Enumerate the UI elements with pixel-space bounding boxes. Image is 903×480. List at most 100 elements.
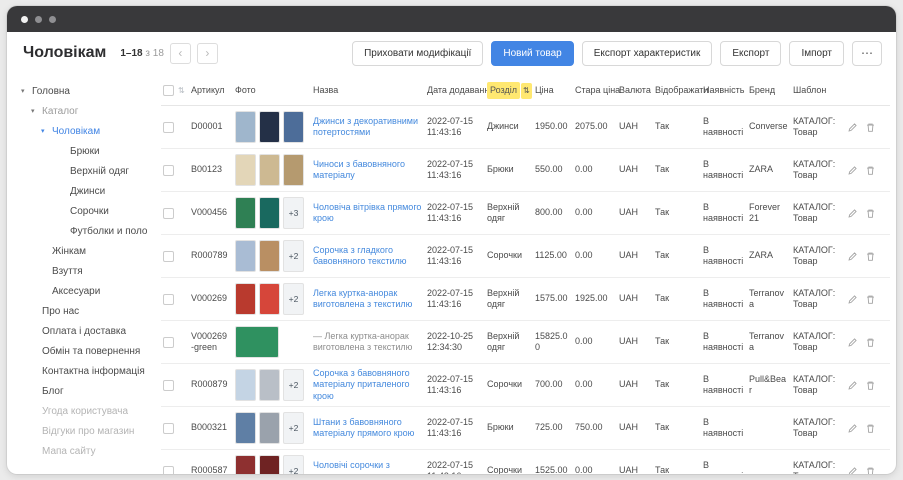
column-header-category[interactable]: Розділ⇅: [487, 82, 535, 99]
product-name-link[interactable]: Сорочка з бавовняного матеріалу притален…: [313, 368, 422, 402]
export-characteristics-button[interactable]: Експорт характеристик: [582, 41, 713, 66]
prev-page-button[interactable]: ‹: [170, 43, 191, 64]
hide-modifications-button[interactable]: Приховати модифікації: [352, 41, 483, 66]
sidebar-item[interactable]: Відгуки про магазин: [21, 422, 153, 442]
delete-button[interactable]: [865, 380, 876, 391]
import-button[interactable]: Імпорт: [789, 41, 844, 66]
column-header-name[interactable]: Назва: [313, 85, 427, 96]
product-photo-thumb[interactable]: [235, 154, 256, 186]
product-photo-thumb[interactable]: [235, 240, 256, 272]
row-checkbox[interactable]: [163, 466, 174, 475]
product-name-link[interactable]: Чиноси з бавовняного матеріалу: [313, 159, 422, 182]
column-header-availability[interactable]: Наявність: [703, 85, 749, 96]
more-photos-badge[interactable]: +3: [283, 197, 304, 229]
edit-button[interactable]: [847, 251, 858, 262]
product-photo-thumb[interactable]: [259, 283, 280, 315]
sidebar-item[interactable]: Джинси: [21, 182, 153, 202]
row-checkbox[interactable]: [163, 294, 174, 305]
product-name-link[interactable]: Сорочка з гладкого бавовняного текстилю: [313, 245, 422, 268]
sidebar-item[interactable]: ▾ Чоловікам: [21, 122, 153, 142]
new-product-button[interactable]: Новий товар: [491, 41, 573, 66]
sidebar-item[interactable]: Аксесуари: [21, 282, 153, 302]
sidebar-item[interactable]: Контактна інформація: [21, 362, 153, 382]
delete-button[interactable]: [865, 337, 876, 348]
sidebar-item[interactable]: ▾ Каталог: [21, 102, 153, 122]
more-photos-badge[interactable]: +2: [283, 240, 304, 272]
sidebar-item[interactable]: Мапа сайту: [21, 442, 153, 462]
product-photo-thumb[interactable]: [283, 154, 304, 186]
delete-button[interactable]: [865, 165, 876, 176]
product-photo-thumb[interactable]: [235, 455, 256, 474]
column-header-brand[interactable]: Бренд: [749, 85, 793, 96]
sidebar-item[interactable]: Взуття: [21, 262, 153, 282]
product-name-link[interactable]: — Легка куртка-анорак виготовлена з текс…: [313, 331, 422, 354]
row-checkbox[interactable]: [163, 423, 174, 434]
sidebar-item[interactable]: Брюки: [21, 142, 153, 162]
row-checkbox[interactable]: [163, 337, 174, 348]
window-dot-3[interactable]: [49, 16, 56, 23]
product-photo-thumb[interactable]: [235, 283, 256, 315]
product-photo-thumb[interactable]: [235, 326, 279, 358]
column-header-date-added[interactable]: Дата додавання: [427, 85, 487, 96]
product-photo-thumb[interactable]: [259, 240, 280, 272]
column-header-price[interactable]: Ціна: [535, 85, 575, 96]
more-photos-badge[interactable]: +2: [283, 412, 304, 444]
sidebar-item[interactable]: Про нас: [21, 302, 153, 322]
sidebar-item[interactable]: Угода користувача: [21, 402, 153, 422]
sidebar-item[interactable]: Блог: [21, 382, 153, 402]
delete-button[interactable]: [865, 122, 876, 133]
row-checkbox[interactable]: [163, 251, 174, 262]
product-photo-thumb[interactable]: [235, 197, 256, 229]
column-header-display[interactable]: Відображати: [655, 85, 703, 96]
sidebar-item[interactable]: Сорочки: [21, 202, 153, 222]
window-dot-2[interactable]: [35, 16, 42, 23]
column-header-old-price[interactable]: Стара ціна: [575, 85, 619, 96]
delete-button[interactable]: [865, 251, 876, 262]
sidebar-item[interactable]: Жінкам: [21, 242, 153, 262]
sidebar-item[interactable]: ▾ Головна: [21, 82, 153, 102]
sort-handle-icon[interactable]: ⇅: [178, 86, 185, 96]
delete-button[interactable]: [865, 294, 876, 305]
export-button[interactable]: Експорт: [720, 41, 781, 66]
delete-button[interactable]: [865, 466, 876, 475]
row-checkbox[interactable]: [163, 208, 174, 219]
product-photo-thumb[interactable]: [259, 197, 280, 229]
product-photo-thumb[interactable]: [259, 154, 280, 186]
more-photos-badge[interactable]: +2: [283, 455, 304, 474]
edit-button[interactable]: [847, 337, 858, 348]
edit-button[interactable]: [847, 165, 858, 176]
edit-button[interactable]: [847, 466, 858, 475]
column-header-template[interactable]: Шаблон: [793, 85, 847, 96]
row-checkbox[interactable]: [163, 165, 174, 176]
sidebar-item[interactable]: Оплата і доставка: [21, 322, 153, 342]
product-name-link[interactable]: Легка куртка-анорак виготовлена з тексти…: [313, 288, 422, 311]
delete-button[interactable]: [865, 423, 876, 434]
sidebar-item[interactable]: Обмін та повернення: [21, 342, 153, 362]
more-actions-button[interactable]: ⋯: [852, 41, 882, 66]
sidebar-item[interactable]: Футболки и поло: [21, 222, 153, 242]
product-photo-thumb[interactable]: [235, 369, 256, 401]
product-name-link[interactable]: Чоловічі сорочки з легкого текстилю: [313, 460, 422, 474]
product-name-link[interactable]: Чоловіча вітрівка прямого крою: [313, 202, 422, 225]
window-dot-1[interactable]: [21, 16, 28, 23]
sidebar-item[interactable]: Верхній одяг: [21, 162, 153, 182]
product-name-link[interactable]: Штани з бавовняного матеріалу прямого кр…: [313, 417, 422, 440]
delete-button[interactable]: [865, 208, 876, 219]
product-photo-thumb[interactable]: [259, 369, 280, 401]
row-checkbox[interactable]: [163, 122, 174, 133]
product-name-link[interactable]: Джинси з декоративними потертостями: [313, 116, 422, 139]
column-header-sku[interactable]: Артикул: [191, 85, 235, 96]
edit-button[interactable]: [847, 380, 858, 391]
row-checkbox[interactable]: [163, 380, 174, 391]
edit-button[interactable]: [847, 122, 858, 133]
edit-button[interactable]: [847, 208, 858, 219]
column-header-currency[interactable]: Валюта: [619, 85, 655, 96]
edit-button[interactable]: [847, 294, 858, 305]
product-photo-thumb[interactable]: [235, 111, 256, 143]
category-sort-icon[interactable]: ⇅: [521, 83, 532, 99]
product-photo-thumb[interactable]: [283, 111, 304, 143]
next-page-button[interactable]: ›: [197, 43, 218, 64]
product-photo-thumb[interactable]: [259, 455, 280, 474]
product-photo-thumb[interactable]: [235, 412, 256, 444]
edit-button[interactable]: [847, 423, 858, 434]
